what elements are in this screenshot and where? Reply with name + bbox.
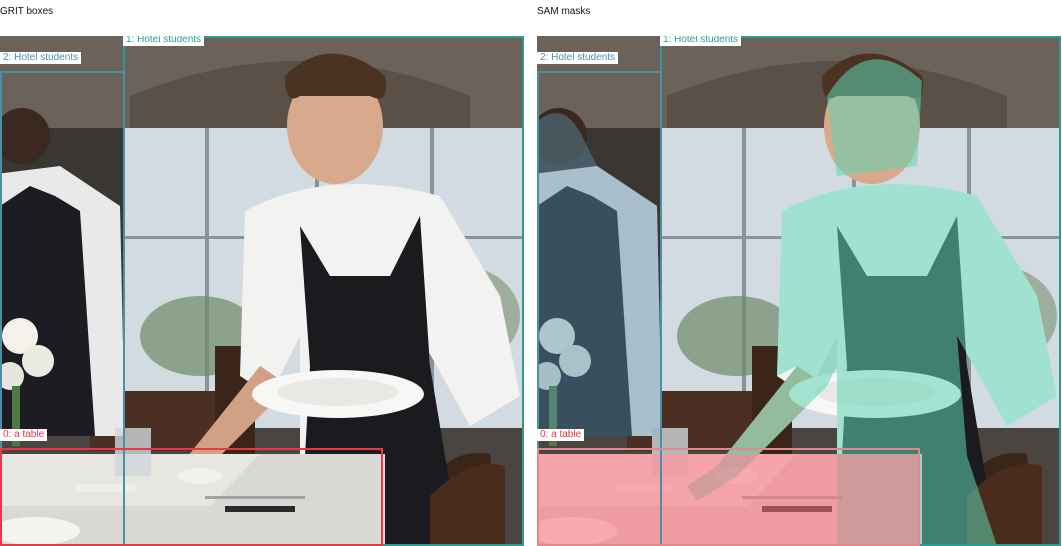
detection-label: 0: a table xyxy=(537,429,585,441)
detection-label: 1: Hotel students xyxy=(660,36,742,46)
sam-panel: 1: Hotel students 2: Hotel students 0: a… xyxy=(537,36,1061,546)
panel-title-grit: GRIT boxes xyxy=(0,6,54,17)
detection-label: 2: Hotel students xyxy=(0,52,82,64)
detection-label: 2: Hotel students xyxy=(537,52,619,64)
detection-box xyxy=(537,448,920,546)
detection-label: 1: Hotel students xyxy=(123,36,205,46)
detection-box xyxy=(0,448,383,546)
panel-title-sam: SAM masks xyxy=(537,6,591,17)
detection-label: 0: a table xyxy=(0,429,48,441)
grit-panel: 1: Hotel students 2: Hotel students 0: a… xyxy=(0,36,524,546)
